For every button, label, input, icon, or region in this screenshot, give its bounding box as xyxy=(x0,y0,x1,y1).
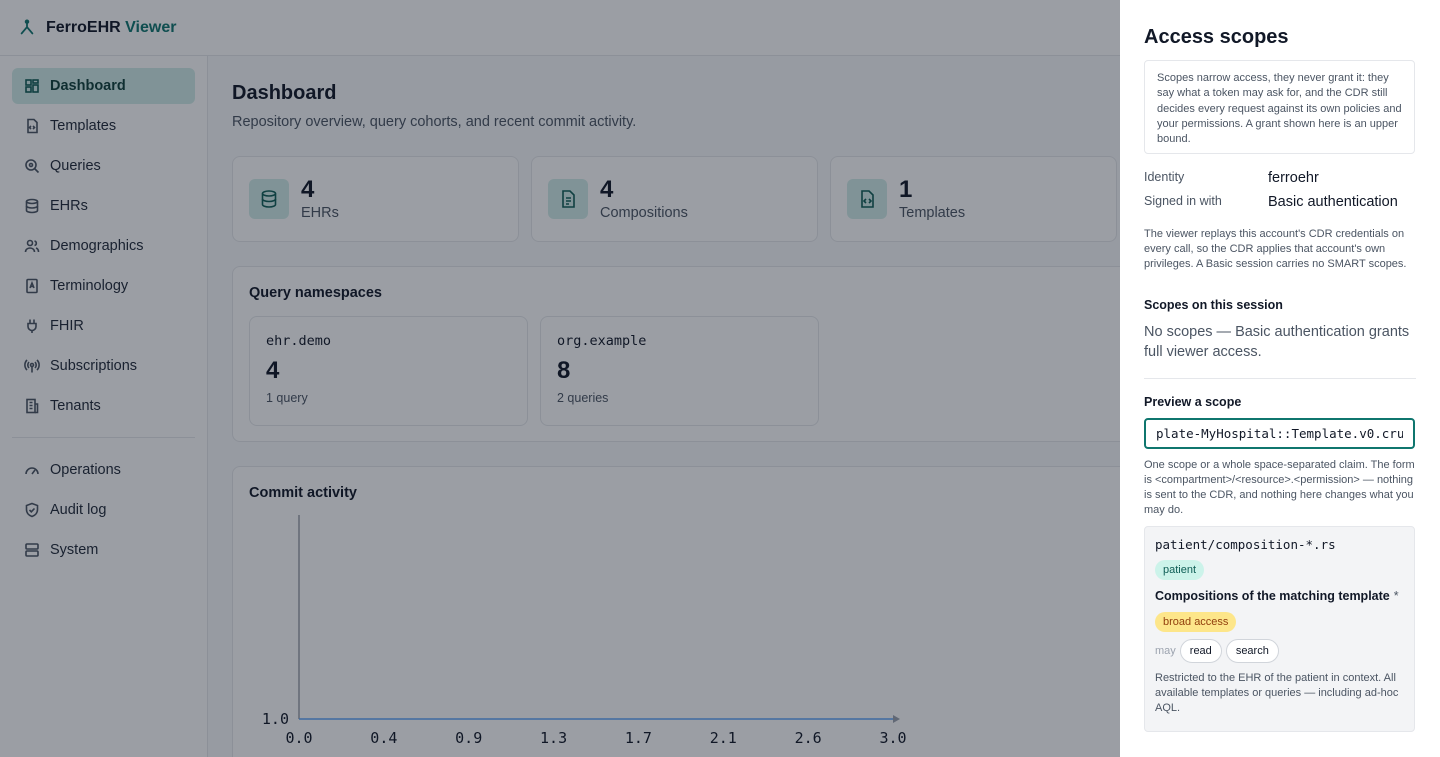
signin-row: Signed in with Basic authentication xyxy=(1144,194,1416,210)
panel-title: Access scopes xyxy=(1144,26,1289,48)
identity-label: Identity xyxy=(1144,170,1185,184)
replay-note: The viewer replays this account's CDR cr… xyxy=(1144,228,1407,270)
scope-description: Compositions of the matching template * xyxy=(1155,589,1404,603)
identity-value: ferroehr xyxy=(1268,170,1319,186)
panel-divider xyxy=(1144,378,1416,379)
may-label: may xyxy=(1155,645,1176,657)
scope-preview-input[interactable] xyxy=(1144,418,1415,449)
compartment-badge: patient xyxy=(1155,560,1205,580)
permission-chip-read: read xyxy=(1179,639,1222,663)
parsed-scope: patient/composition-*.rs xyxy=(1155,537,1336,552)
preview-help-text: One scope or a whole space-separated cla… xyxy=(1144,459,1415,516)
permission-chip-search: search xyxy=(1225,639,1279,663)
signin-label: Signed in with xyxy=(1144,194,1222,208)
access-level-badge: broad access xyxy=(1155,612,1237,632)
scopes-notice: Scopes narrow access, they never grant i… xyxy=(1144,60,1415,154)
scope-preview-result: patient/composition-*.rs patient Composi… xyxy=(1144,526,1415,732)
scopes-status-text: No scopes — Basic authentication grants … xyxy=(1144,324,1410,360)
signin-value: Basic authentication xyxy=(1268,194,1398,210)
modal-backdrop[interactable] xyxy=(0,0,1120,757)
scopes-heading: Scopes on this session xyxy=(1144,298,1283,312)
identity-row: Identity ferroehr xyxy=(1144,170,1416,186)
permission-row: may read search xyxy=(1155,639,1404,663)
scope-restriction-note: Restricted to the EHR of the patient in … xyxy=(1155,672,1399,714)
wildcard-marker: * xyxy=(1393,589,1399,603)
access-scopes-panel: Access scopes Scopes narrow access, they… xyxy=(1120,0,1440,757)
scope-description-text: Compositions of the matching template xyxy=(1155,589,1390,603)
preview-heading: Preview a scope xyxy=(1144,395,1242,409)
